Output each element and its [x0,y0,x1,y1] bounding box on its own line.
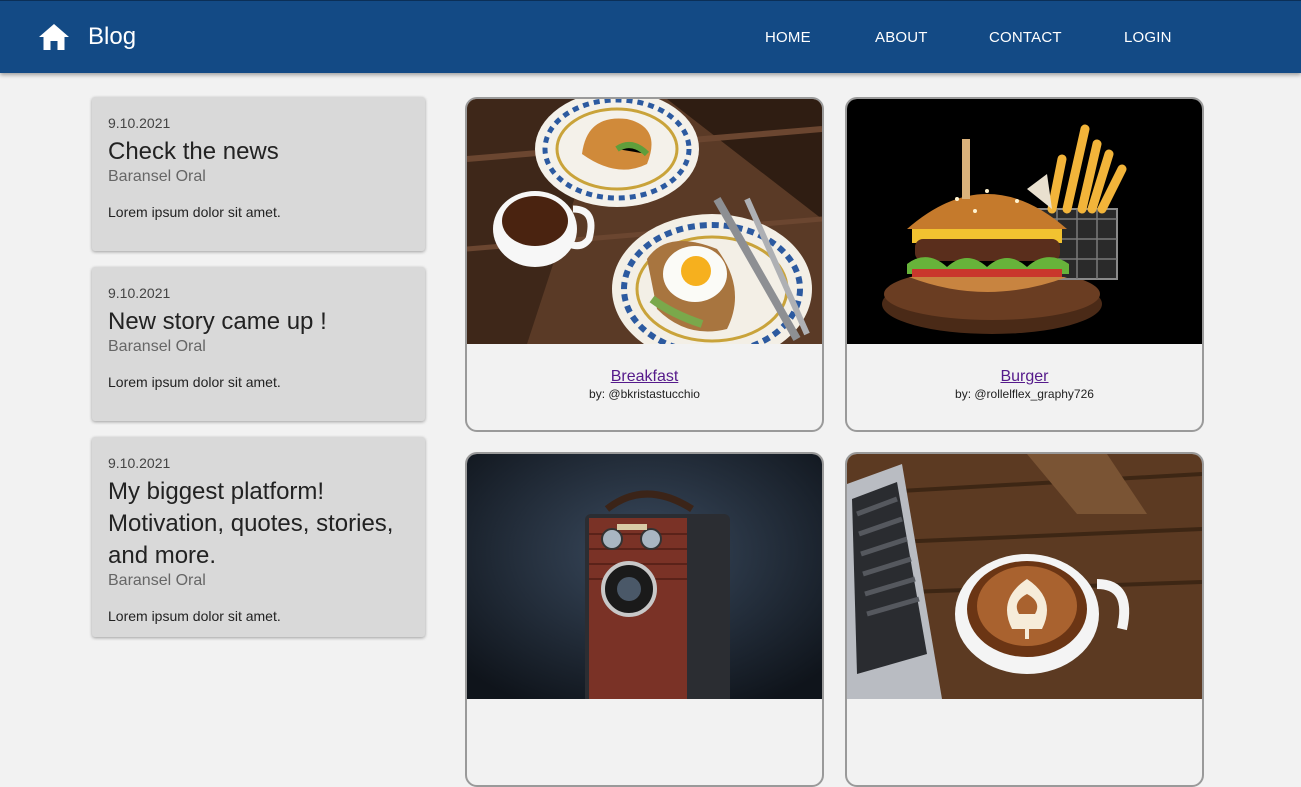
nav-contact[interactable]: CONTACT [989,30,1062,46]
burger-photo [847,99,1202,344]
post-author: Baransel Oral [108,338,206,355]
nav-login[interactable]: LOGIN [1124,30,1172,46]
retro-camera-photo [467,454,822,699]
gallery-card-burger[interactable]: Burger by: @rollelflex_graphy726 [845,97,1204,432]
post-title: Check the news [108,138,279,165]
photo-credit: by: @bkristastucchio [589,387,700,401]
gallery-card-breakfast[interactable]: Breakfast by: @bkristastucchio [465,97,824,432]
post-body: Lorem ipsum dolor sit amet. [108,374,281,390]
post-body: Lorem ipsum dolor sit amet. [108,204,281,220]
app-bar: Blog HOME ABOUT CONTACT LOGIN [0,0,1301,73]
gallery-card-camera[interactable] [465,452,824,787]
post-date: 9.10.2021 [108,285,171,301]
latte-laptop-photo [847,454,1202,699]
post-card[interactable]: 9.10.2021 Check the news Baransel Oral L… [92,97,425,251]
post-body: Lorem ipsum dolor sit amet. [108,608,281,624]
gallery-card-latte[interactable] [845,452,1204,787]
home-icon[interactable] [38,22,70,52]
photo-title-link[interactable]: Breakfast [611,368,679,386]
post-title: New story came up ! [108,308,327,335]
nav-about[interactable]: ABOUT [875,30,928,46]
nav-home[interactable]: HOME [765,30,811,46]
post-card[interactable]: 9.10.2021 My biggest platform! Motivatio… [92,437,425,637]
photo-credit: by: @rollelflex_graphy726 [955,387,1094,401]
breakfast-photo [467,99,822,344]
post-author: Baransel Oral [108,572,206,589]
post-card[interactable]: 9.10.2021 New story came up ! Baransel O… [92,267,425,421]
post-date: 9.10.2021 [108,455,171,471]
post-author: Baransel Oral [108,168,206,185]
photo-caption: Burger by: @rollelflex_graphy726 [847,368,1202,401]
photo-caption: Breakfast by: @bkristastucchio [467,368,822,401]
brand-title[interactable]: Blog [88,23,136,51]
photo-title-link[interactable]: Burger [1000,368,1048,386]
post-date: 9.10.2021 [108,115,171,131]
post-title: My biggest platform! Motivation, quotes,… [108,478,394,569]
